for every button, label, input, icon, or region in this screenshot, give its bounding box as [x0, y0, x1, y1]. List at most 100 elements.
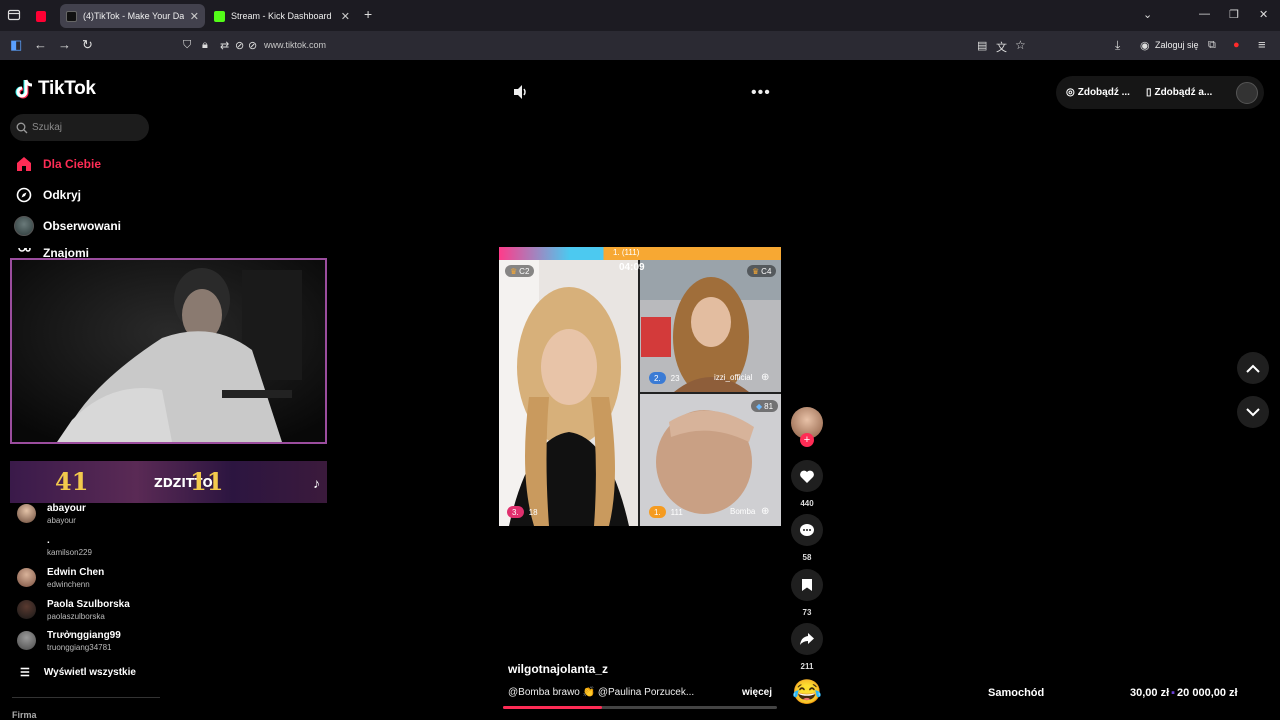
profile-avatar[interactable] [1236, 81, 1258, 104]
save-count: 73 [802, 608, 812, 617]
friends-icon [14, 248, 34, 258]
price-left: 30,00 zł [1130, 687, 1170, 699]
reload-icon[interactable]: ↻ [82, 37, 93, 53]
close-icon[interactable]: ✕ [341, 10, 350, 23]
sidebar-toggle-icon[interactable]: ◧ [10, 37, 22, 53]
back-icon[interactable]: ← [34, 37, 47, 52]
crown-icon: ♛ [510, 266, 518, 276]
tab-tiktok[interactable]: (4)TikTok - Make Your Day ✕ [60, 4, 205, 28]
following-account[interactable]: Trưởnggiang99 truonggiang34781 [17, 630, 121, 653]
menu-icon[interactable]: ≡ [1258, 37, 1266, 52]
ticker-item: Samochód [988, 687, 1045, 699]
bookmark-star-icon[interactable]: ☆ [1015, 38, 1026, 52]
sidebar-item-for-you[interactable]: Dla Ciebie [14, 154, 101, 174]
search-input[interactable] [32, 122, 142, 133]
following-account[interactable]: . kamilson229 [17, 535, 92, 558]
youtube-extension-icon[interactable]: ● [1233, 39, 1240, 51]
sidebar-item-following[interactable]: Obserwowani [14, 216, 121, 236]
tab-youtube[interactable] [30, 4, 58, 28]
stream-banner: 41 ZDZITTO 11 ♪ [10, 461, 327, 503]
following-account[interactable]: Edwin Chen edwinchenn [17, 567, 104, 590]
get-coins-button[interactable]: ◎ Zdobądź ... [1066, 87, 1130, 98]
camera-blocked-icon[interactable]: ⊘ [235, 39, 244, 52]
webcam-overlay [10, 258, 327, 444]
more-options-icon[interactable]: ••• [751, 84, 771, 102]
login-button[interactable]: Zaloguj się [1155, 40, 1199, 50]
rank-badge: 1. 111 [649, 506, 683, 518]
lock-icon[interactable]: 🔒︎ [202, 39, 208, 52]
previous-video-button[interactable] [1237, 352, 1269, 384]
chevron-down-icon[interactable]: ⌄ [1143, 8, 1152, 21]
new-tab-icon[interactable]: + [364, 6, 372, 22]
window-close-icon[interactable]: ✕ [1259, 8, 1268, 21]
avatar [17, 600, 36, 619]
show-all-button[interactable]: ☰ Wyświetl wszystkie [20, 666, 136, 679]
extensions-icon[interactable]: ⧉ [1208, 39, 1216, 52]
restore-icon[interactable]: ❐ [1229, 8, 1239, 21]
following-account[interactable]: Paola Szulborska paolaszulborska [17, 599, 130, 622]
rank-score: 111 [670, 507, 683, 517]
following-account[interactable]: abayour abayour [17, 503, 86, 526]
ticker-price: 30,00 zł ▪ 20 000,00 zł [1130, 687, 1238, 699]
volume-icon[interactable] [512, 84, 530, 100]
close-icon[interactable]: ✕ [190, 10, 199, 23]
save-action[interactable]: 73 [790, 569, 824, 617]
banner-tiktok-icon: ♪ [313, 475, 320, 491]
reader-view-icon[interactable]: ▤ [977, 39, 987, 52]
get-coins-label: Zdobądź ... [1077, 87, 1130, 98]
crown-icon: ♛ [752, 266, 760, 276]
divider [12, 697, 160, 698]
avatar [17, 568, 36, 587]
following-avatar-icon [14, 216, 34, 236]
bookmark-icon [802, 579, 812, 591]
like-count: 440 [800, 499, 814, 508]
download-icon[interactable]: ⤓ [1115, 38, 1120, 53]
like-button[interactable] [791, 460, 823, 492]
chevron-down-icon [1246, 407, 1260, 416]
tiktok-logo[interactable]: TikTok [15, 78, 96, 100]
comment-button[interactable] [791, 514, 823, 546]
forward-icon[interactable]: → [58, 37, 71, 52]
sidebar-item-label: Znajomi [43, 248, 90, 258]
sidebar-item-explore[interactable]: Odkryj [14, 185, 81, 205]
price-right: 20 000,00 zł [1177, 687, 1238, 699]
browser-nav-bar: ◧ ← → ↻ ⛉ 🔒︎ ⇄ ⊘ ⊘ www.tiktok.com ▤ 文 ☆ … [0, 31, 1280, 60]
video-player[interactable]: 1. (111) 04:09 ♛ C2 ♛ C4 ◆ 81 2. 23 izzi_of… [499, 247, 781, 526]
kick-icon [214, 10, 225, 22]
comment-icon [800, 523, 814, 536]
video-progress-bar[interactable] [503, 706, 777, 709]
sidebar-item-friends[interactable]: Znajomi [14, 248, 89, 258]
video-author[interactable]: wilgotnajolanta_z [508, 662, 608, 676]
music-disc-button[interactable]: 😂 [790, 677, 824, 709]
share-action[interactable]: 211 [790, 623, 824, 671]
follow-plus-icon[interactable]: + [800, 433, 814, 447]
comment-action[interactable]: 58 [790, 514, 824, 562]
shield-icon[interactable]: ⛉ [183, 39, 191, 52]
list-icon: ☰ [20, 667, 30, 679]
follow-plus-icon[interactable]: ⊕ [761, 506, 769, 517]
share-icon [800, 633, 814, 645]
next-video-button[interactable] [1237, 396, 1269, 428]
host-tag: ♛ C2 [505, 265, 535, 277]
account-name: Trưởnggiang99 [47, 630, 121, 641]
save-button[interactable] [791, 569, 823, 601]
laughing-emoji-icon: 😂 [792, 679, 822, 706]
minimize-icon[interactable]: — [1199, 8, 1210, 20]
url-bar[interactable]: www.tiktok.com [264, 40, 326, 50]
get-app-button[interactable]: ▯ Zdobądź a... [1146, 87, 1212, 98]
search-box[interactable] [10, 114, 149, 141]
footer-company-link[interactable]: Firma [12, 710, 37, 720]
avatar [17, 536, 36, 555]
permissions-icon[interactable]: ⇄ [220, 39, 229, 52]
mic-blocked-icon[interactable]: ⊘ [248, 39, 257, 52]
coin-icon: ◎ [1066, 87, 1075, 98]
like-action[interactable]: 440 [790, 460, 824, 508]
follow-plus-icon[interactable]: ⊕ [761, 372, 769, 383]
translate-icon[interactable]: 文 [996, 39, 1007, 55]
share-button[interactable] [791, 623, 823, 655]
tab-kick[interactable]: Stream - Kick Dashboard ✕ [208, 4, 356, 28]
author-avatar-button[interactable]: + [790, 407, 824, 447]
compass-icon [14, 185, 34, 205]
tab-list-icon[interactable] [7, 8, 21, 22]
more-link[interactable]: więcej [742, 687, 772, 698]
